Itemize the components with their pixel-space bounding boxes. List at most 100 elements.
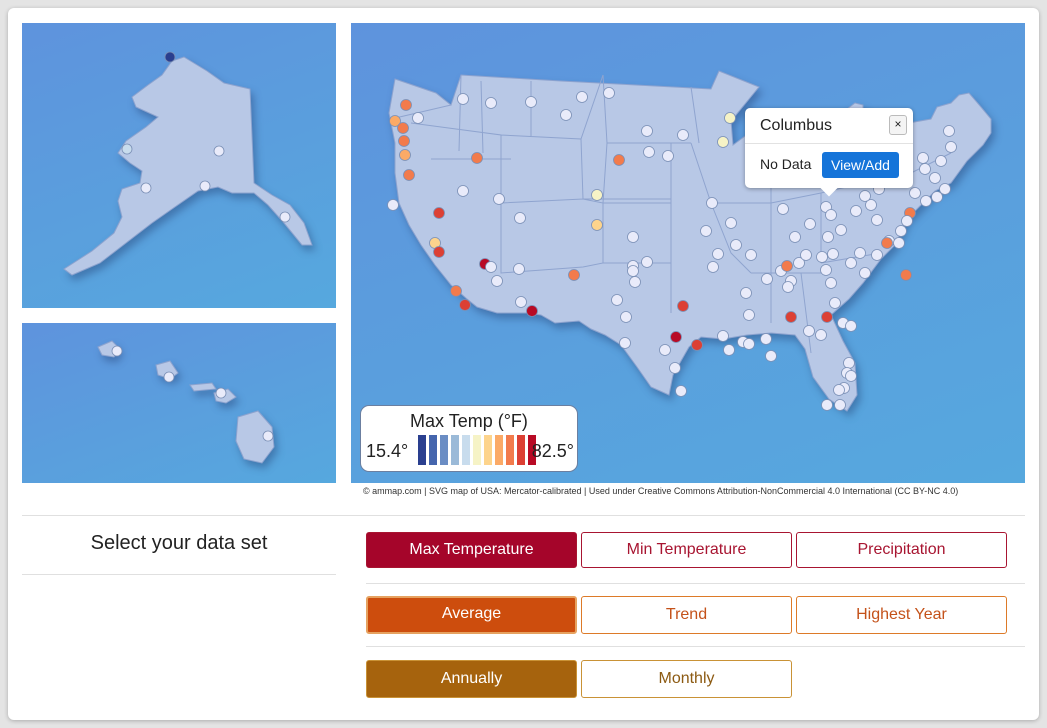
- station-dot[interactable]: [459, 299, 471, 311]
- station-dot[interactable]: [761, 273, 773, 285]
- station-dot[interactable]: [164, 51, 176, 63]
- station-dot[interactable]: [279, 211, 291, 223]
- station-dot[interactable]: [591, 189, 603, 201]
- metric-button-average[interactable]: Average: [366, 596, 577, 634]
- station-dot[interactable]: [457, 93, 469, 105]
- station-dot[interactable]: [845, 320, 857, 332]
- dataset-button-max-temperature[interactable]: Max Temperature: [366, 532, 577, 568]
- station-dot[interactable]: [854, 247, 866, 259]
- station-dot[interactable]: [723, 344, 735, 356]
- station-dot[interactable]: [514, 212, 526, 224]
- station-dot[interactable]: [893, 237, 905, 249]
- station-dot[interactable]: [929, 172, 941, 184]
- station-dot[interactable]: [163, 371, 175, 383]
- station-dot[interactable]: [821, 311, 833, 323]
- station-dot[interactable]: [835, 224, 847, 236]
- station-dot[interactable]: [707, 261, 719, 273]
- station-dot[interactable]: [859, 190, 871, 202]
- station-dot[interactable]: [526, 305, 538, 317]
- station-dot[interactable]: [743, 309, 755, 321]
- station-dot[interactable]: [591, 219, 603, 231]
- station-dot[interactable]: [641, 125, 653, 137]
- station-dot[interactable]: [845, 257, 857, 269]
- station-dot[interactable]: [712, 248, 724, 260]
- station-dot[interactable]: [485, 97, 497, 109]
- dataset-button-min-temperature[interactable]: Min Temperature: [581, 532, 792, 568]
- station-dot[interactable]: [662, 150, 674, 162]
- station-dot[interactable]: [901, 215, 913, 227]
- station-dot[interactable]: [881, 237, 893, 249]
- station-dot[interactable]: [629, 276, 641, 288]
- station-dot[interactable]: [412, 112, 424, 124]
- station-dot[interactable]: [740, 287, 752, 299]
- station-dot[interactable]: [140, 182, 152, 194]
- station-dot[interactable]: [859, 267, 871, 279]
- station-dot[interactable]: [871, 249, 883, 261]
- station-dot[interactable]: [781, 260, 793, 272]
- station-dot[interactable]: [724, 112, 736, 124]
- hawaii-map-panel[interactable]: [22, 323, 336, 483]
- alaska-map-panel[interactable]: [22, 23, 336, 308]
- station-dot[interactable]: [850, 205, 862, 217]
- alaska-landmass[interactable]: [63, 56, 313, 276]
- station-dot[interactable]: [670, 331, 682, 343]
- station-dot[interactable]: [515, 296, 527, 308]
- station-dot[interactable]: [945, 141, 957, 153]
- station-dot[interactable]: [935, 155, 947, 167]
- station-dot[interactable]: [433, 207, 445, 219]
- station-dot[interactable]: [262, 430, 274, 442]
- station-dot[interactable]: [777, 203, 789, 215]
- station-dot[interactable]: [620, 311, 632, 323]
- station-dot[interactable]: [789, 231, 801, 243]
- station-dot[interactable]: [917, 152, 929, 164]
- station-dot[interactable]: [613, 154, 625, 166]
- station-dot[interactable]: [909, 187, 921, 199]
- station-dot[interactable]: [822, 231, 834, 243]
- station-dot[interactable]: [803, 325, 815, 337]
- station-dot[interactable]: [471, 152, 483, 164]
- station-dot[interactable]: [111, 345, 123, 357]
- metric-button-trend[interactable]: Trend: [581, 596, 792, 634]
- dataset-button-precipitation[interactable]: Precipitation: [796, 532, 1007, 568]
- station-dot[interactable]: [619, 337, 631, 349]
- station-dot[interactable]: [199, 180, 211, 192]
- station-dot[interactable]: [815, 329, 827, 341]
- station-dot[interactable]: [491, 275, 503, 287]
- station-dot[interactable]: [700, 225, 712, 237]
- view-add-button[interactable]: View/Add: [822, 152, 899, 178]
- station-dot[interactable]: [760, 333, 772, 345]
- station-dot[interactable]: [900, 269, 912, 281]
- station-dot[interactable]: [397, 122, 409, 134]
- station-dot[interactable]: [627, 231, 639, 243]
- station-dot[interactable]: [717, 136, 729, 148]
- station-dot[interactable]: [450, 285, 462, 297]
- island-molokai[interactable]: [189, 382, 217, 392]
- station-dot[interactable]: [643, 146, 655, 158]
- station-dot[interactable]: [939, 183, 951, 195]
- station-dot[interactable]: [576, 91, 588, 103]
- station-dot[interactable]: [816, 251, 828, 263]
- station-dot[interactable]: [725, 217, 737, 229]
- period-button-monthly[interactable]: Monthly: [581, 660, 792, 698]
- station-dot[interactable]: [829, 297, 841, 309]
- station-dot[interactable]: [457, 185, 469, 197]
- station-dot[interactable]: [730, 239, 742, 251]
- station-dot[interactable]: [603, 87, 615, 99]
- station-dot[interactable]: [743, 338, 755, 350]
- station-dot[interactable]: [611, 294, 623, 306]
- station-dot[interactable]: [943, 125, 955, 137]
- station-dot[interactable]: [677, 300, 689, 312]
- station-dot[interactable]: [641, 256, 653, 268]
- station-dot[interactable]: [825, 209, 837, 221]
- station-dot[interactable]: [920, 195, 932, 207]
- station-dot[interactable]: [895, 225, 907, 237]
- station-dot[interactable]: [493, 193, 505, 205]
- station-dot[interactable]: [691, 339, 703, 351]
- metric-button-highest-year[interactable]: Highest Year: [796, 596, 1007, 634]
- station-dot[interactable]: [706, 197, 718, 209]
- station-dot[interactable]: [403, 169, 415, 181]
- station-dot[interactable]: [833, 384, 845, 396]
- station-dot[interactable]: [213, 145, 225, 157]
- station-dot[interactable]: [834, 399, 846, 411]
- station-dot[interactable]: [820, 264, 832, 276]
